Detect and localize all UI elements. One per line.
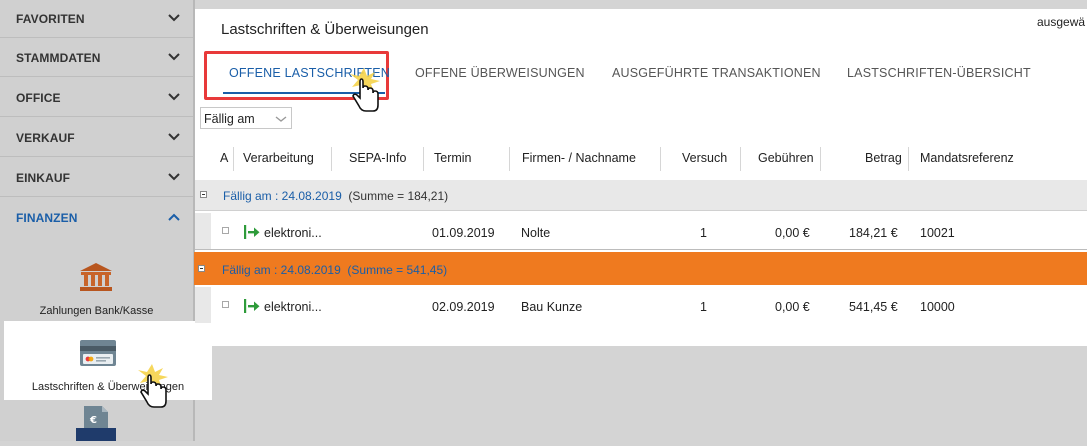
column-header-sepa-info[interactable]: SEPA-Info [349, 151, 406, 165]
cell-termin: 01.09.2019 [432, 226, 495, 240]
export-arrow-icon [244, 299, 260, 318]
row-checkbox[interactable] [222, 227, 229, 234]
sidebar-item-lastschriften-ueberweisungen[interactable]: Lastschriften & Überweisungen [4, 321, 212, 400]
group-sum: (Summe = 541,45) [347, 263, 448, 277]
column-separator [908, 147, 909, 171]
pointer-hand-icon [138, 364, 168, 408]
table-row[interactable]: elektroni... 01.09.2019 Nolte 1 0,00 € 1… [195, 213, 1087, 250]
bank-icon [78, 262, 114, 292]
group-by-value: Fällig am [204, 112, 255, 126]
column-header-termin[interactable]: Termin [434, 151, 472, 165]
group-row[interactable]: Fällig am : 24.08.2019 (Summe = 184,21) [195, 180, 1087, 211]
sidebar-section-label: VERKAUF [16, 131, 75, 145]
sidebar-section-verkauf[interactable]: VERKAUF [0, 119, 193, 157]
cell-verarbeitung: elektroni... [264, 300, 322, 314]
column-separator [331, 147, 332, 171]
collapse-toggle-icon[interactable] [198, 265, 205, 272]
sidebar-section-label: EINKAUF [16, 171, 71, 185]
sidebar-section-office[interactable]: OFFICE [0, 79, 193, 117]
chevron-down-icon [167, 90, 181, 104]
collapse-toggle-icon[interactable] [200, 191, 207, 198]
column-separator [423, 147, 424, 171]
main-panel: Lastschriften & Überweisungen ausgewä OF… [194, 9, 1087, 346]
user-label: ausgewä [1037, 15, 1086, 29]
group-sum: (Summe = 184,21) [348, 189, 449, 203]
column-header-gebuehren[interactable]: Gebühren [758, 151, 814, 165]
row-indent [195, 213, 211, 249]
sidebar-item-label: Lastschriften & Überweisungen [31, 381, 185, 393]
chevron-down-icon [167, 11, 181, 25]
sidebar-section-label: STAMMDATEN [16, 51, 101, 65]
cell-mandatsreferenz: 10000 [920, 300, 955, 314]
cell-mandatsreferenz: 10021 [920, 226, 955, 240]
chevron-down-icon [167, 50, 181, 64]
cell-name: Bau Kunze [521, 300, 583, 314]
column-header-betrag[interactable]: Betrag [865, 151, 902, 165]
credit-card-icon [79, 339, 117, 367]
svg-text:€: € [89, 415, 97, 426]
cell-betrag: 184,21 € [849, 226, 898, 240]
column-header-name[interactable]: Firmen- / Nachname [522, 151, 636, 165]
chevron-down-icon [275, 114, 287, 124]
column-header-versuch[interactable]: Versuch [682, 151, 727, 165]
sidebar-section-label: FINANZEN [16, 211, 78, 225]
sidebar-item-label: Zahlungen Bank/Kasse [39, 305, 154, 317]
group-title: Fällig am : 24.08.2019 [222, 263, 341, 277]
sidebar-section-finanzen[interactable]: FINANZEN [0, 199, 193, 237]
cell-gebuehren: 0,00 € [775, 226, 810, 240]
column-header-mandatsreferenz[interactable]: Mandatsreferenz [920, 151, 1014, 165]
row-checkbox[interactable] [222, 301, 229, 308]
cell-betrag: 541,45 € [849, 300, 898, 314]
column-separator [509, 147, 510, 171]
sidebar-item-euro-document[interactable]: € [74, 404, 118, 441]
euro-document-icon: € [76, 406, 116, 441]
chevron-down-icon [167, 170, 181, 184]
sidebar-section-label: OFFICE [16, 91, 61, 105]
chevron-up-icon [167, 210, 181, 224]
tab-offene-ueberweisungen[interactable]: OFFENE ÜBERWEISUNGEN [415, 66, 585, 80]
export-arrow-icon [244, 225, 260, 244]
group-title: Fällig am : 24.08.2019 [223, 189, 342, 203]
cell-gebuehren: 0,00 € [775, 300, 810, 314]
sidebar-section-favoriten[interactable]: FAVORITEN [0, 0, 193, 38]
table-row[interactable]: elektroni... 02.09.2019 Bau Kunze 1 0,00… [195, 287, 1087, 323]
row-indent [195, 287, 211, 323]
sidebar-section-einkauf[interactable]: EINKAUF [0, 159, 193, 197]
chevron-down-icon [167, 130, 181, 144]
cell-name: Nolte [521, 226, 551, 240]
cell-verarbeitung: elektroni... [264, 226, 322, 240]
cell-versuch: 1 [700, 226, 707, 240]
column-header-verarbeitung[interactable]: Verarbeitung [243, 151, 314, 165]
sidebar-section-stammdaten[interactable]: STAMMDATEN [0, 39, 193, 77]
column-separator [660, 147, 661, 171]
cell-versuch: 1 [700, 300, 707, 314]
cell-termin: 02.09.2019 [432, 300, 495, 314]
column-separator [233, 147, 234, 171]
tab-ausgefuehrte-transaktionen[interactable]: AUSGEFÜHRTE TRANSAKTIONEN [612, 66, 821, 80]
page-title: Lastschriften & Überweisungen [221, 21, 429, 38]
sidebar-item-zahlungen-bank-kasse[interactable]: Zahlungen Bank/Kasse [0, 258, 193, 320]
group-by-select[interactable]: Fällig am [200, 107, 292, 129]
column-header-a[interactable]: A [220, 151, 228, 165]
column-separator [740, 147, 741, 171]
group-row-selected[interactable]: Fällig am : 24.08.2019 (Summe = 541,45) [194, 252, 1087, 285]
pointer-hand-icon [350, 68, 380, 112]
column-separator [820, 147, 821, 171]
sidebar-section-label: FAVORITEN [16, 12, 85, 26]
tab-lastschriften-uebersicht[interactable]: LASTSCHRIFTEN-ÜBERSICHT [847, 66, 1031, 80]
